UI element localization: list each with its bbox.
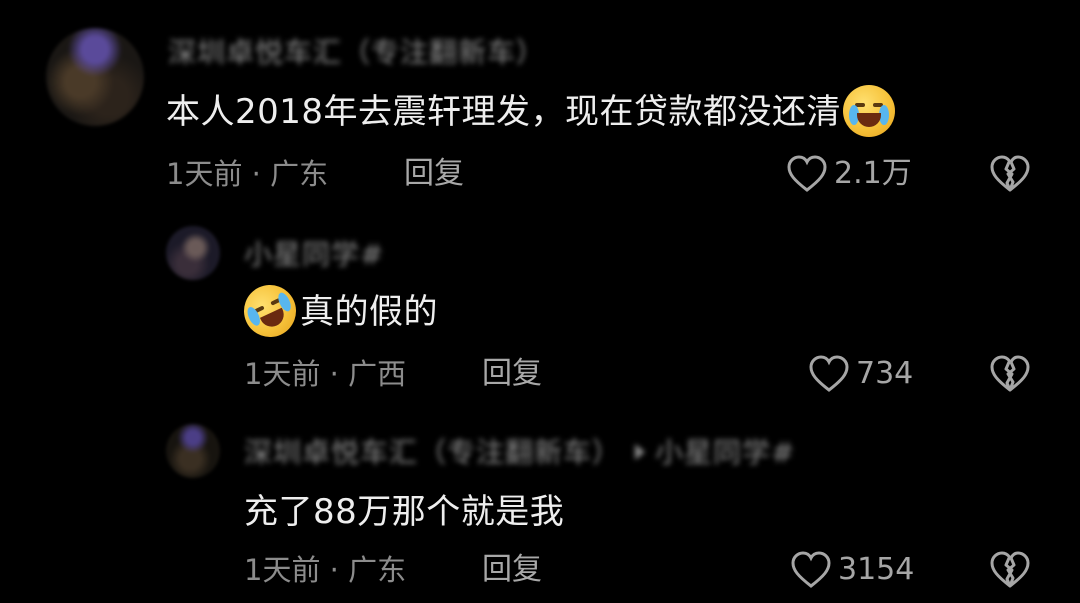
like-count: 2.1万: [834, 156, 912, 191]
comment-meta: 1天前 · 广东: [166, 156, 328, 192]
reply-arrow-icon: [635, 444, 646, 460]
comment-text: 本人2018年去震轩理发，现在贷款都没还清: [166, 84, 896, 137]
broken-heart-icon: [990, 155, 1030, 192]
username[interactable]: 深圳卓悦车汇（专注翻新车）: [244, 436, 621, 469]
location: 广西: [348, 357, 407, 391]
username-line: 深圳卓悦车汇（专注翻新车） 小星同学#: [244, 436, 795, 470]
heart-icon: [791, 551, 831, 588]
comment-text-content: 真的假的: [300, 292, 438, 332]
timestamp: 1天前: [244, 553, 321, 587]
comment-text-content: 本人2018年去震轩理发，现在贷款都没还清: [166, 92, 842, 132]
comment-text: 真的假的: [235, 275, 438, 346]
like-button[interactable]: 734: [808, 355, 913, 393]
broken-heart-icon: [990, 551, 1030, 588]
separator: ·: [251, 157, 261, 191]
comment-meta: 1天前 · 广东: [244, 552, 406, 588]
username[interactable]: 小星同学#: [244, 238, 384, 272]
avatar[interactable]: [166, 226, 220, 280]
comment-meta: 1天前 · 广西: [244, 356, 406, 392]
like-button[interactable]: 2.1万: [786, 155, 912, 193]
username[interactable]: 深圳卓悦车汇（专注翻新车）: [168, 36, 545, 70]
separator: ·: [329, 553, 339, 587]
avatar[interactable]: [46, 28, 144, 126]
heart-icon: [787, 155, 827, 192]
location: 广东: [348, 553, 407, 587]
reply-target-username[interactable]: 小星同学#: [655, 436, 795, 469]
dislike-button[interactable]: [988, 355, 1032, 397]
dislike-button[interactable]: [988, 551, 1032, 593]
comment-text: 充了88万那个就是我: [244, 492, 565, 532]
loudly-crying-face-icon: [843, 84, 896, 137]
like-count: 3154: [838, 552, 915, 587]
timestamp: 1天前: [244, 357, 321, 391]
heart-icon: [809, 355, 849, 392]
timestamp: 1天前: [166, 157, 243, 191]
reply-button[interactable]: 回复: [482, 552, 542, 588]
separator: ·: [329, 357, 339, 391]
dislike-button[interactable]: [988, 155, 1032, 197]
reply-button[interactable]: 回复: [404, 156, 464, 192]
avatar[interactable]: [166, 424, 220, 478]
location: 广东: [270, 157, 329, 191]
reply-button[interactable]: 回复: [482, 356, 542, 392]
broken-heart-icon: [990, 355, 1030, 392]
like-count: 734: [856, 356, 914, 391]
like-button[interactable]: 3154: [790, 551, 914, 589]
rolling-on-floor-laughing-face-icon: [235, 275, 305, 346]
